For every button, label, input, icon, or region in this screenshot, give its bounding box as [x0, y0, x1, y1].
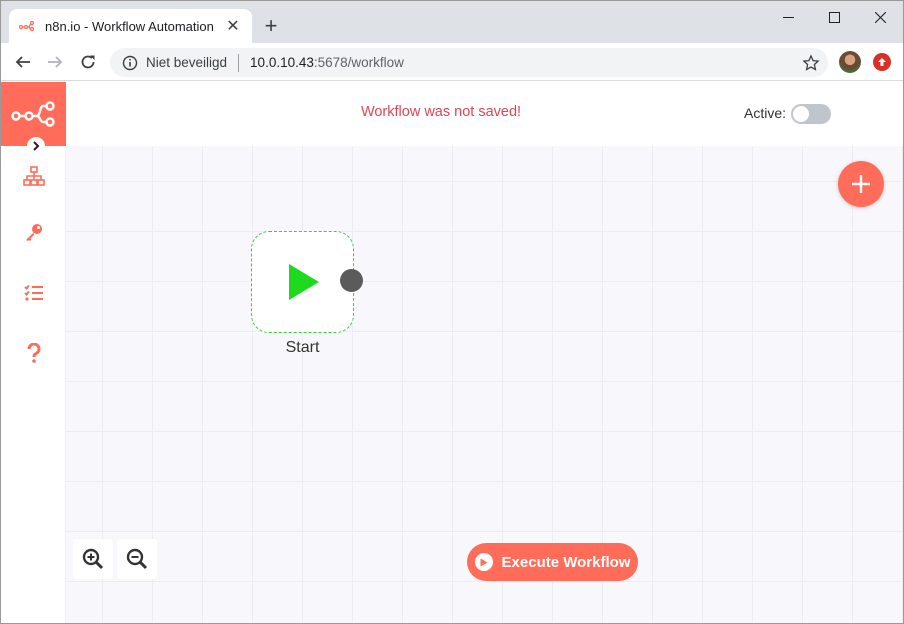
tab-title: n8n.io - Workflow Automation — [45, 18, 214, 34]
zoom-in-button[interactable] — [73, 539, 113, 579]
profile-avatar[interactable] — [839, 51, 861, 73]
n8n-favicon-icon — [19, 18, 35, 34]
sidebar-item-workflows[interactable] — [19, 161, 49, 191]
save-status: Workflow was not saved! — [360, 104, 522, 120]
back-arrow-icon[interactable] — [10, 49, 36, 75]
workflow-header: Workflow was not saved! Active: — [66, 82, 903, 146]
execute-workflow-button[interactable]: Execute Workflow — [467, 543, 638, 581]
start-node[interactable] — [251, 231, 354, 333]
toggle-knob — [793, 106, 809, 122]
active-label: Active: — [744, 105, 787, 121]
active-toggle[interactable] — [791, 104, 831, 124]
new-tab-button[interactable]: + — [259, 13, 283, 38]
url-host: 10.0.10.43 — [250, 55, 314, 70]
maximize-icon[interactable] — [812, 5, 856, 29]
bookmark-star-icon[interactable] — [802, 54, 820, 72]
browser-toolbar: Niet beveiligd 10.0.10.43:5678/workflow — [1, 43, 903, 81]
info-icon[interactable] — [122, 55, 138, 71]
zoom-out-icon — [126, 548, 148, 570]
play-circle-icon — [474, 553, 493, 571]
extension-icon[interactable] — [873, 53, 891, 71]
browser-tab[interactable]: n8n.io - Workflow Automation ✕ — [9, 9, 252, 43]
n8n-app: Workflow was not saved! Active: Start Ex… — [1, 82, 903, 623]
sidebar-item-credentials[interactable] — [19, 217, 49, 247]
sidebar-item-help[interactable] — [19, 338, 49, 368]
zoom-out-button[interactable] — [117, 539, 157, 579]
add-node-button[interactable] — [838, 161, 884, 207]
node-label: Start — [285, 339, 320, 356]
tab-strip: n8n.io - Workflow Automation ✕ + — [1, 1, 903, 43]
minimize-icon[interactable] — [766, 5, 810, 29]
key-icon — [26, 224, 42, 241]
question-icon — [27, 343, 41, 363]
play-icon — [288, 264, 319, 300]
node-output-handle[interactable] — [340, 269, 363, 292]
network-icon — [23, 166, 45, 186]
chevron-right-icon — [33, 141, 40, 151]
security-status: Niet beveiligd — [146, 55, 228, 70]
workflow-canvas[interactable]: Start Execute Workflow — [66, 146, 903, 623]
close-tab-icon[interactable]: ✕ — [224, 17, 242, 35]
address-bar[interactable]: Niet beveiligd 10.0.10.43:5678/workflow — [110, 48, 828, 77]
forward-arrow-icon[interactable] — [42, 49, 68, 75]
zoom-in-icon — [82, 548, 104, 570]
window-close-icon[interactable] — [858, 5, 902, 29]
execute-label: Execute Workflow — [501, 553, 631, 571]
expand-sidebar-button[interactable] — [27, 137, 45, 155]
plus-icon — [852, 175, 870, 193]
divider — [238, 53, 240, 72]
sidebar — [1, 82, 66, 623]
list-check-icon — [24, 284, 43, 301]
url-path: :5678/workflow — [313, 55, 404, 70]
sidebar-item-executions[interactable] — [19, 278, 49, 308]
browser-window: n8n.io - Workflow Automation ✕ + Niet be… — [0, 0, 904, 624]
reload-icon[interactable] — [75, 49, 101, 75]
